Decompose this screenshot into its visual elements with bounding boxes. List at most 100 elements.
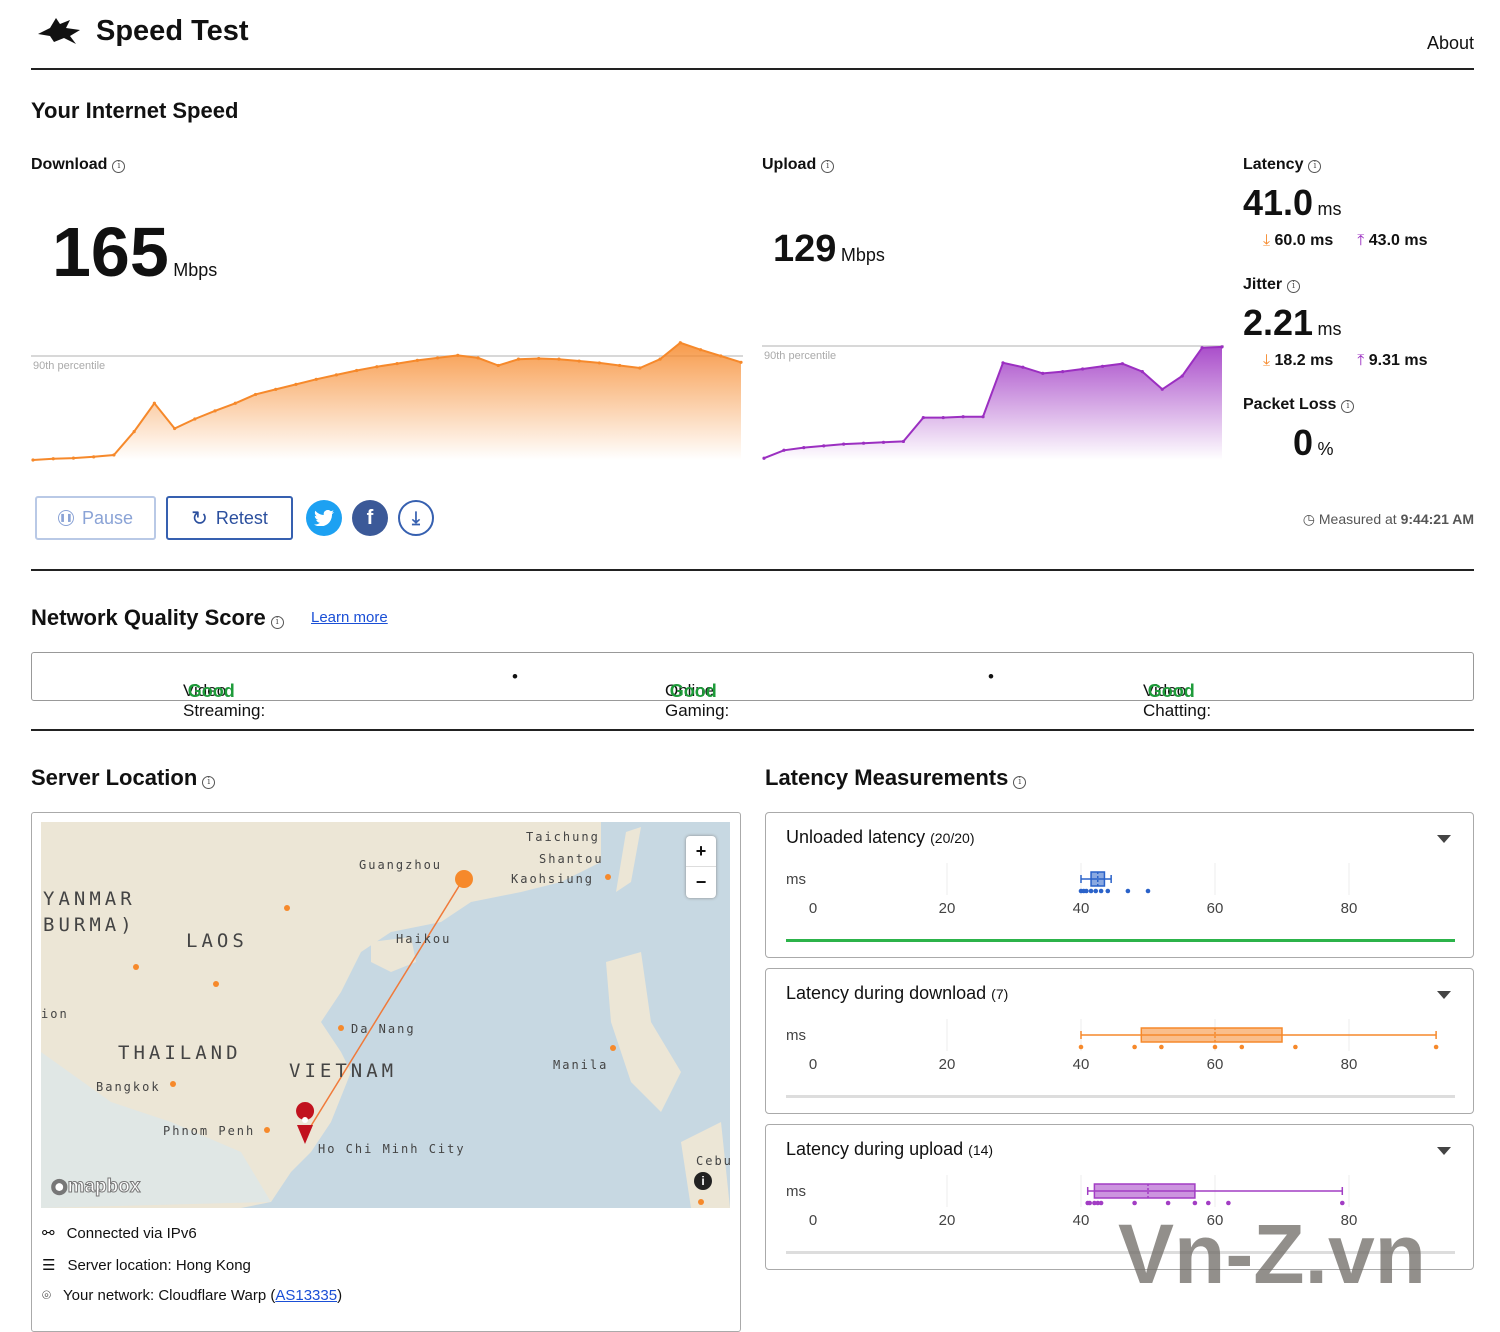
- speed-point: [1200, 346, 1204, 350]
- map-label: Shantou: [539, 852, 604, 866]
- speed-point: [638, 366, 642, 370]
- latency-point: [1206, 1200, 1211, 1206]
- section-title-speed: Your Internet Speed: [31, 98, 239, 123]
- twitter-share-button[interactable]: [306, 500, 342, 536]
- tick-label: 20: [939, 1056, 956, 1073]
- upload-icon: ⤒: [1357, 352, 1365, 369]
- download-value: 165 Mbps: [52, 213, 218, 291]
- map-attribution-button[interactable]: i: [694, 1172, 712, 1190]
- speed-point: [557, 357, 561, 361]
- latency-point: [1093, 888, 1099, 894]
- about-link[interactable]: About: [1427, 33, 1474, 54]
- speed-point: [193, 417, 197, 421]
- latency-point: [1132, 1200, 1137, 1206]
- info-icon[interactable]: i: [1341, 400, 1355, 413]
- upload-label: Upload i: [762, 156, 835, 174]
- download-label: Download i: [31, 156, 126, 174]
- speed-point: [92, 455, 96, 459]
- map-label: Da Nang: [351, 1022, 416, 1036]
- status-bar: [786, 939, 1455, 942]
- latency-point: [1084, 888, 1089, 894]
- server-location-info: ☰ Server location: Hong Kong: [42, 1256, 251, 1275]
- measured-at: ◷ Measured at 9:44:21 AM: [1302, 511, 1474, 527]
- map-label: Phnom Penh: [163, 1124, 256, 1138]
- refresh-icon: ↻: [191, 507, 208, 530]
- speed-point: [577, 359, 581, 363]
- speed-point: [456, 353, 460, 357]
- quality-online-gaming: Online Gaming: Good: [665, 681, 730, 720]
- learn-more-link[interactable]: Learn more: [311, 609, 388, 626]
- mapbox-logo[interactable]: ◉mapbox: [51, 1175, 141, 1198]
- info-icon[interactable]: i: [202, 776, 216, 789]
- speed-point: [314, 377, 318, 381]
- logo[interactable]: Speed Test: [36, 14, 249, 48]
- pause-button[interactable]: ❚❚ Pause: [35, 496, 156, 540]
- latency-point: [1239, 1044, 1245, 1050]
- latency-card: Latency during download (7) ms 0 20 40 60 80: [765, 968, 1474, 1114]
- server-location-title: Server Location i: [31, 765, 216, 791]
- speed-point: [152, 401, 156, 405]
- download-icon: ⤓: [412, 507, 420, 528]
- info-icon[interactable]: i: [112, 160, 126, 173]
- speed-point: [719, 354, 723, 358]
- speed-point: [537, 356, 541, 361]
- speed-point: [698, 348, 703, 352]
- as-link[interactable]: AS13335: [275, 1287, 337, 1304]
- map-label: Bangkok: [96, 1080, 161, 1094]
- zoom-in-button[interactable]: +: [686, 836, 716, 867]
- latency-point: [1132, 1044, 1137, 1050]
- speed-point: [981, 415, 985, 419]
- speed-point: [782, 448, 786, 452]
- packet-loss-label: Packet Loss i: [1243, 396, 1355, 414]
- map-label: VIETNAM: [289, 1060, 398, 1082]
- speed-point: [51, 457, 55, 461]
- connection-info: ⚯ Connected via IPv6: [42, 1224, 197, 1243]
- speed-point: [1001, 361, 1005, 365]
- info-icon[interactable]: i: [1287, 280, 1301, 293]
- speed-point: [861, 441, 866, 445]
- speed-point: [842, 442, 846, 446]
- speed-point: [294, 382, 298, 386]
- zoom-controls: + −: [686, 836, 716, 898]
- tick-label: 60: [1207, 900, 1224, 917]
- retest-button[interactable]: ↻ Retest: [166, 496, 293, 540]
- speed-point: [1180, 374, 1184, 378]
- latency-value: 41.0 ms: [1243, 182, 1342, 223]
- info-icon[interactable]: i: [270, 616, 284, 629]
- download-results-button[interactable]: ⤓: [398, 500, 434, 536]
- tick-label: 40: [1073, 900, 1090, 917]
- map-label: YANMAR: [43, 888, 136, 910]
- jitter-value: 2.21 ms: [1243, 302, 1342, 343]
- location-pin-icon: ⌾: [42, 1287, 52, 1304]
- jitter-download: ⤓ 18.2 ms: [1263, 352, 1334, 369]
- separator-dot: •: [512, 667, 518, 686]
- box-plot: 0 20 40 60 80: [786, 1019, 1455, 1098]
- download-icon: ⤓: [1263, 352, 1271, 369]
- speed-point: [1140, 370, 1144, 374]
- speed-point: [961, 415, 965, 419]
- speed-point: [1041, 371, 1045, 375]
- speed-point: [173, 426, 177, 431]
- speed-point: [496, 363, 500, 368]
- speed-point: [1100, 364, 1105, 368]
- latency-point: [1226, 1200, 1231, 1206]
- tick-label: 40: [1073, 1212, 1090, 1229]
- tick-label: 40: [1073, 1056, 1090, 1073]
- facebook-share-button[interactable]: f: [352, 500, 388, 536]
- latency-point: [1145, 888, 1151, 894]
- info-icon[interactable]: i: [1013, 776, 1027, 789]
- network-icon: ⚯: [42, 1225, 55, 1242]
- map-label: Guangzhou: [359, 858, 443, 872]
- speed-point: [1220, 345, 1224, 349]
- info-icon[interactable]: i: [1308, 160, 1322, 173]
- speed-point: [31, 458, 35, 462]
- latency-card: Unloaded latency (20/20) ms 0 20 40 60 80: [765, 812, 1474, 958]
- status-bar: [786, 1095, 1455, 1098]
- map-label: Haikou: [396, 932, 452, 946]
- speed-point: [762, 456, 766, 460]
- map[interactable]: Taichung Shantou Guangzhou Kaohsiung YANMAR B…: [41, 822, 730, 1208]
- facebook-icon: f: [366, 506, 374, 529]
- map-label: BURMA): [43, 914, 136, 936]
- info-icon[interactable]: i: [821, 160, 835, 173]
- zoom-out-button[interactable]: −: [686, 867, 716, 898]
